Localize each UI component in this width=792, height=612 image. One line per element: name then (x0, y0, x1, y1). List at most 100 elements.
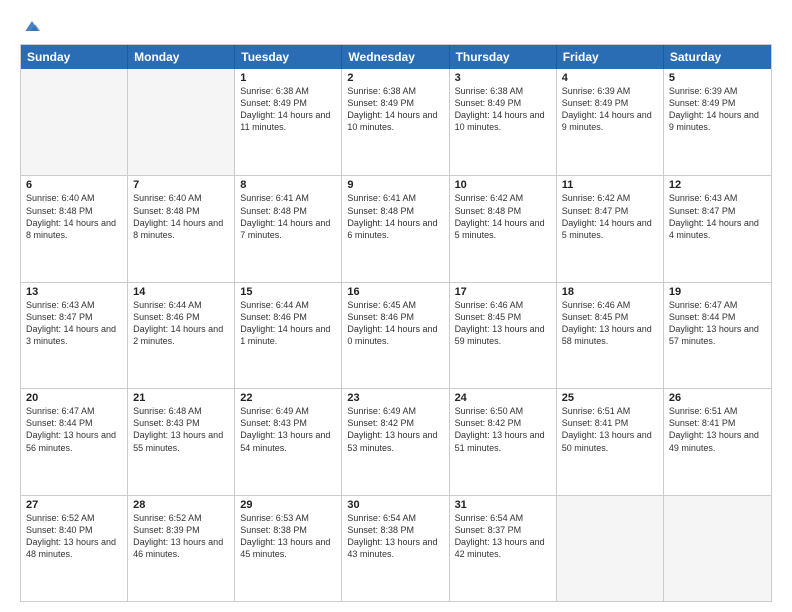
calendar-cell (21, 69, 128, 175)
day-info: Sunrise: 6:49 AM Sunset: 8:43 PM Dayligh… (240, 405, 336, 454)
day-number: 20 (26, 392, 122, 404)
day-number: 19 (669, 286, 766, 298)
day-info: Sunrise: 6:40 AM Sunset: 8:48 PM Dayligh… (133, 192, 229, 241)
calendar-cell: 13Sunrise: 6:43 AM Sunset: 8:47 PM Dayli… (21, 283, 128, 388)
calendar-row: 6Sunrise: 6:40 AM Sunset: 8:48 PM Daylig… (21, 175, 771, 281)
page: SundayMondayTuesdayWednesdayThursdayFrid… (0, 0, 792, 612)
calendar-cell: 17Sunrise: 6:46 AM Sunset: 8:45 PM Dayli… (450, 283, 557, 388)
day-number: 6 (26, 179, 122, 191)
day-number: 11 (562, 179, 658, 191)
day-number: 18 (562, 286, 658, 298)
calendar-cell: 25Sunrise: 6:51 AM Sunset: 8:41 PM Dayli… (557, 389, 664, 494)
header-day-monday: Monday (128, 45, 235, 69)
calendar-cell: 18Sunrise: 6:46 AM Sunset: 8:45 PM Dayli… (557, 283, 664, 388)
day-info: Sunrise: 6:43 AM Sunset: 8:47 PM Dayligh… (669, 192, 766, 241)
calendar-cell: 27Sunrise: 6:52 AM Sunset: 8:40 PM Dayli… (21, 496, 128, 601)
calendar-cell: 11Sunrise: 6:42 AM Sunset: 8:47 PM Dayli… (557, 176, 664, 281)
day-number: 2 (347, 72, 443, 84)
calendar-cell: 1Sunrise: 6:38 AM Sunset: 8:49 PM Daylig… (235, 69, 342, 175)
day-info: Sunrise: 6:41 AM Sunset: 8:48 PM Dayligh… (347, 192, 443, 241)
header-day-sunday: Sunday (21, 45, 128, 69)
day-info: Sunrise: 6:47 AM Sunset: 8:44 PM Dayligh… (26, 405, 122, 454)
calendar-row: 1Sunrise: 6:38 AM Sunset: 8:49 PM Daylig… (21, 69, 771, 175)
day-number: 4 (562, 72, 658, 84)
day-info: Sunrise: 6:45 AM Sunset: 8:46 PM Dayligh… (347, 299, 443, 348)
calendar-cell: 21Sunrise: 6:48 AM Sunset: 8:43 PM Dayli… (128, 389, 235, 494)
day-number: 5 (669, 72, 766, 84)
header-day-wednesday: Wednesday (342, 45, 449, 69)
day-info: Sunrise: 6:54 AM Sunset: 8:38 PM Dayligh… (347, 512, 443, 561)
day-info: Sunrise: 6:44 AM Sunset: 8:46 PM Dayligh… (240, 299, 336, 348)
day-info: Sunrise: 6:53 AM Sunset: 8:38 PM Dayligh… (240, 512, 336, 561)
day-number: 16 (347, 286, 443, 298)
day-number: 21 (133, 392, 229, 404)
calendar-cell: 15Sunrise: 6:44 AM Sunset: 8:46 PM Dayli… (235, 283, 342, 388)
day-number: 31 (455, 499, 551, 511)
day-number: 10 (455, 179, 551, 191)
calendar-body: 1Sunrise: 6:38 AM Sunset: 8:49 PM Daylig… (21, 69, 771, 601)
day-info: Sunrise: 6:48 AM Sunset: 8:43 PM Dayligh… (133, 405, 229, 454)
calendar-cell: 31Sunrise: 6:54 AM Sunset: 8:37 PM Dayli… (450, 496, 557, 601)
calendar-header: SundayMondayTuesdayWednesdayThursdayFrid… (21, 45, 771, 69)
day-number: 14 (133, 286, 229, 298)
header (20, 16, 772, 36)
day-number: 13 (26, 286, 122, 298)
calendar-cell: 8Sunrise: 6:41 AM Sunset: 8:48 PM Daylig… (235, 176, 342, 281)
calendar-cell: 24Sunrise: 6:50 AM Sunset: 8:42 PM Dayli… (450, 389, 557, 494)
day-info: Sunrise: 6:52 AM Sunset: 8:40 PM Dayligh… (26, 512, 122, 561)
day-number: 27 (26, 499, 122, 511)
day-info: Sunrise: 6:49 AM Sunset: 8:42 PM Dayligh… (347, 405, 443, 454)
calendar-cell: 9Sunrise: 6:41 AM Sunset: 8:48 PM Daylig… (342, 176, 449, 281)
calendar-cell: 7Sunrise: 6:40 AM Sunset: 8:48 PM Daylig… (128, 176, 235, 281)
day-info: Sunrise: 6:50 AM Sunset: 8:42 PM Dayligh… (455, 405, 551, 454)
day-info: Sunrise: 6:38 AM Sunset: 8:49 PM Dayligh… (455, 85, 551, 134)
day-number: 15 (240, 286, 336, 298)
calendar-cell: 4Sunrise: 6:39 AM Sunset: 8:49 PM Daylig… (557, 69, 664, 175)
day-info: Sunrise: 6:46 AM Sunset: 8:45 PM Dayligh… (455, 299, 551, 348)
day-info: Sunrise: 6:42 AM Sunset: 8:48 PM Dayligh… (455, 192, 551, 241)
calendar-cell: 19Sunrise: 6:47 AM Sunset: 8:44 PM Dayli… (664, 283, 771, 388)
calendar-cell (557, 496, 664, 601)
calendar-cell: 12Sunrise: 6:43 AM Sunset: 8:47 PM Dayli… (664, 176, 771, 281)
calendar: SundayMondayTuesdayWednesdayThursdayFrid… (20, 44, 772, 602)
calendar-cell: 14Sunrise: 6:44 AM Sunset: 8:46 PM Dayli… (128, 283, 235, 388)
day-number: 7 (133, 179, 229, 191)
day-number: 29 (240, 499, 336, 511)
day-info: Sunrise: 6:54 AM Sunset: 8:37 PM Dayligh… (455, 512, 551, 561)
day-info: Sunrise: 6:40 AM Sunset: 8:48 PM Dayligh… (26, 192, 122, 241)
logo (20, 16, 42, 36)
calendar-cell: 16Sunrise: 6:45 AM Sunset: 8:46 PM Dayli… (342, 283, 449, 388)
day-info: Sunrise: 6:38 AM Sunset: 8:49 PM Dayligh… (240, 85, 336, 134)
day-number: 25 (562, 392, 658, 404)
calendar-row: 27Sunrise: 6:52 AM Sunset: 8:40 PM Dayli… (21, 495, 771, 601)
day-number: 17 (455, 286, 551, 298)
day-number: 9 (347, 179, 443, 191)
day-info: Sunrise: 6:44 AM Sunset: 8:46 PM Dayligh… (133, 299, 229, 348)
calendar-cell: 5Sunrise: 6:39 AM Sunset: 8:49 PM Daylig… (664, 69, 771, 175)
day-info: Sunrise: 6:41 AM Sunset: 8:48 PM Dayligh… (240, 192, 336, 241)
calendar-cell: 10Sunrise: 6:42 AM Sunset: 8:48 PM Dayli… (450, 176, 557, 281)
day-info: Sunrise: 6:46 AM Sunset: 8:45 PM Dayligh… (562, 299, 658, 348)
day-number: 8 (240, 179, 336, 191)
day-info: Sunrise: 6:51 AM Sunset: 8:41 PM Dayligh… (669, 405, 766, 454)
header-day-tuesday: Tuesday (235, 45, 342, 69)
calendar-cell: 30Sunrise: 6:54 AM Sunset: 8:38 PM Dayli… (342, 496, 449, 601)
logo-icon (22, 16, 42, 36)
day-info: Sunrise: 6:47 AM Sunset: 8:44 PM Dayligh… (669, 299, 766, 348)
day-number: 3 (455, 72, 551, 84)
day-number: 30 (347, 499, 443, 511)
day-number: 12 (669, 179, 766, 191)
calendar-cell (128, 69, 235, 175)
day-info: Sunrise: 6:39 AM Sunset: 8:49 PM Dayligh… (562, 85, 658, 134)
calendar-row: 20Sunrise: 6:47 AM Sunset: 8:44 PM Dayli… (21, 388, 771, 494)
day-info: Sunrise: 6:51 AM Sunset: 8:41 PM Dayligh… (562, 405, 658, 454)
calendar-cell: 20Sunrise: 6:47 AM Sunset: 8:44 PM Dayli… (21, 389, 128, 494)
header-day-saturday: Saturday (664, 45, 771, 69)
day-number: 23 (347, 392, 443, 404)
day-info: Sunrise: 6:52 AM Sunset: 8:39 PM Dayligh… (133, 512, 229, 561)
day-number: 24 (455, 392, 551, 404)
day-info: Sunrise: 6:43 AM Sunset: 8:47 PM Dayligh… (26, 299, 122, 348)
day-info: Sunrise: 6:38 AM Sunset: 8:49 PM Dayligh… (347, 85, 443, 134)
calendar-cell: 23Sunrise: 6:49 AM Sunset: 8:42 PM Dayli… (342, 389, 449, 494)
calendar-cell: 28Sunrise: 6:52 AM Sunset: 8:39 PM Dayli… (128, 496, 235, 601)
